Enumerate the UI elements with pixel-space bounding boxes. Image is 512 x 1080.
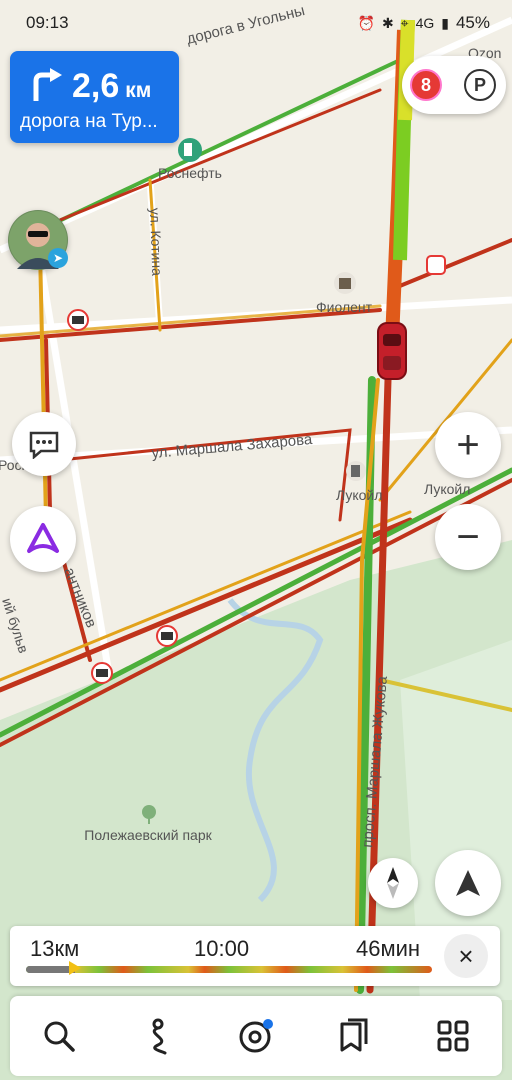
map-badges[interactable]: 8 P xyxy=(402,56,506,114)
location-icon: ⌖ xyxy=(400,14,409,31)
fuel-station-marker xyxy=(178,138,202,162)
map-label-kotina: ул. Котина xyxy=(147,208,165,277)
traffic-light-marker xyxy=(426,255,446,275)
navigation-arrow-icon xyxy=(456,870,480,896)
tab-services[interactable] xyxy=(423,1006,483,1066)
compass-icon xyxy=(387,867,399,899)
maneuver-distance-value: 2,6 xyxy=(72,67,120,105)
battery-label: 45% xyxy=(455,13,490,32)
bookmarks-icon xyxy=(340,1018,368,1052)
network-label: 4G xyxy=(415,15,435,31)
maneuver-card[interactable]: 2,6 км дорога на Тур... xyxy=(10,51,179,143)
zoom-out-icon: − xyxy=(456,514,480,559)
accident-marker-2 xyxy=(91,662,113,684)
route-eta: 10:00 xyxy=(194,936,250,961)
compass-button[interactable] xyxy=(368,858,418,908)
map-label-lukoil-2: Лукойл xyxy=(424,481,470,497)
camera-marker xyxy=(67,309,89,331)
route-icon xyxy=(152,1018,167,1055)
bluetooth-icon: ✱ xyxy=(381,14,394,31)
tab-music[interactable] xyxy=(226,1006,286,1066)
status-time: 09:13 xyxy=(26,13,69,32)
map-label-fiolent: Фиолент xyxy=(316,299,373,315)
turn-right-icon xyxy=(33,68,62,101)
route-progress-done xyxy=(26,966,75,973)
tab-navigation[interactable] xyxy=(128,1006,188,1066)
tab-search[interactable] xyxy=(29,1006,89,1066)
chat-icon xyxy=(29,431,59,459)
close-route-button[interactable]: × xyxy=(444,934,488,978)
accident-marker-1 xyxy=(156,625,178,647)
maneuver-street: дорога на Тур... xyxy=(20,111,158,132)
close-icon: × xyxy=(458,940,474,971)
tab-bookmarks[interactable] xyxy=(324,1006,384,1066)
events-badge[interactable]: 8 xyxy=(410,69,442,101)
maneuver-distance: 2,6 км xyxy=(72,67,151,106)
grid-icon xyxy=(437,1020,469,1052)
map-label-zakharova: ул. Маршала Захарова xyxy=(151,431,314,462)
alice-icon xyxy=(27,523,59,553)
alice-assistant-button[interactable] xyxy=(10,506,76,572)
maneuver-distance-unit: км xyxy=(125,79,152,102)
alarm-icon: ⏰ xyxy=(357,14,375,31)
current-position-car xyxy=(377,322,407,380)
map-label-lukoil-1: Лукойл xyxy=(336,487,382,503)
zoom-in-icon: + xyxy=(456,422,480,467)
route-traffic-progress xyxy=(26,966,432,973)
parking-button[interactable]: P xyxy=(464,69,496,101)
progress-marker-icon xyxy=(68,961,81,975)
zoom-in-button[interactable]: + xyxy=(435,412,501,478)
shop-marker xyxy=(334,272,356,294)
bottom-tab-bar xyxy=(10,996,502,1076)
route-duration: 46мин xyxy=(356,936,421,961)
map-label-rosneft-top: Роснефть xyxy=(158,165,222,181)
signal-icon: ▮ xyxy=(441,14,449,31)
locate-me-button[interactable] xyxy=(435,850,501,916)
lukoil-marker xyxy=(346,461,366,481)
status-bar: 09:13 ⏰ ✱ ⌖ 4G ▮ 45% xyxy=(0,0,512,46)
park-label-line1: Полежаевский парк xyxy=(84,827,212,843)
route-summary-panel[interactable]: 13км 10:00 46мин xyxy=(10,926,500,986)
chat-button[interactable] xyxy=(12,412,76,476)
search-icon xyxy=(44,1021,75,1052)
map-label-park: Полежаевский парк xyxy=(84,827,212,843)
route-distance: 13км xyxy=(30,936,80,961)
zoom-out-button[interactable]: − xyxy=(435,504,501,570)
music-icon xyxy=(239,1019,273,1053)
map-label-boulevard: ий бульв xyxy=(0,596,32,655)
status-icons: ⏰ ✱ ⌖ 4G ▮ 45% xyxy=(358,13,491,33)
telegram-icon: ➤ xyxy=(48,248,68,268)
avatar[interactable]: ➤ xyxy=(8,210,68,270)
